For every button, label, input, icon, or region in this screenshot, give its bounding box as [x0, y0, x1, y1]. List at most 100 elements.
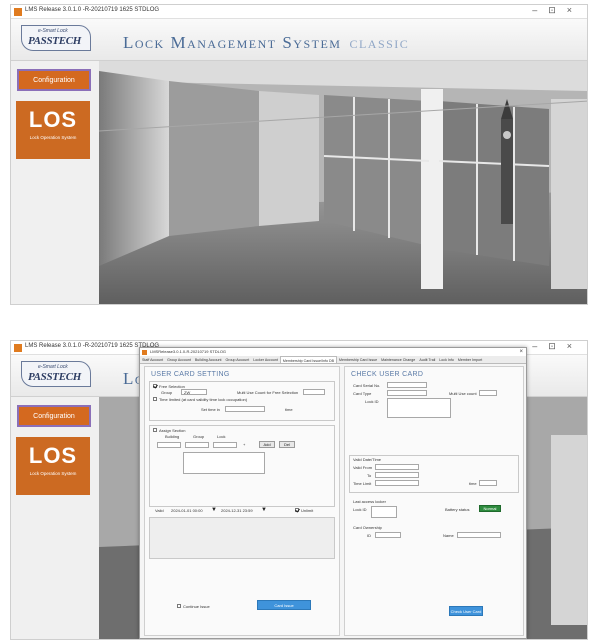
- card-type-field: [387, 390, 427, 396]
- card-type-label: Card Type: [353, 391, 372, 396]
- passtech-logo: e-Smart Lock PASSTECH: [21, 361, 91, 387]
- tab-audit-trail[interactable]: Audit Trail: [417, 356, 437, 363]
- check-user-card-heading: CHECK USER CARD: [351, 371, 424, 378]
- time-unit-label: time: [469, 481, 477, 486]
- tab-staff-account[interactable]: Staff Account: [140, 356, 165, 363]
- dialog-app-icon: [142, 350, 147, 355]
- multi-use-select[interactable]: [303, 389, 325, 395]
- plus-sign: +: [243, 442, 246, 447]
- office-corridor-photo: [99, 61, 587, 304]
- card-options-area: [149, 517, 335, 559]
- time-limit-field: [375, 480, 419, 486]
- name-label: Name: [443, 533, 454, 538]
- membership-card-dialog: LMSRelease3.0.1.0-R-20210719 STDLOG × St…: [139, 347, 527, 639]
- card-serial-label: Card Serial No.: [353, 383, 381, 388]
- los-button[interactable]: LOS Lock Operation System: [16, 101, 90, 159]
- dialog-titlebar: LMSRelease3.0.1.0-R-20210719 STDLOG ×: [140, 348, 526, 356]
- free-selection-checkbox[interactable]: [153, 384, 157, 388]
- id-label: ID: [367, 533, 371, 538]
- los-button[interactable]: LOS Lock Operation System: [16, 437, 90, 495]
- tab-building-account[interactable]: Building Account: [193, 356, 224, 363]
- del-button[interactable]: Del: [279, 441, 295, 448]
- lock-label: Lock: [217, 434, 226, 439]
- lock-select[interactable]: [213, 442, 237, 448]
- last-access-label: Last access locker: [353, 499, 386, 504]
- group2-select[interactable]: [185, 442, 209, 448]
- window-controls[interactable]: –⊡×: [532, 341, 583, 352]
- time-limit-label: Time Limit: [353, 481, 372, 486]
- owner-name-field: [457, 532, 501, 538]
- valid-from-value[interactable]: 2024-01-01 00:00: [171, 508, 203, 513]
- tab-card-issue-info[interactable]: Membership Card Issue/Info DB: [279, 356, 337, 363]
- app-icon: [14, 8, 22, 16]
- valid-to-dropdown-icon[interactable]: ▼: [261, 507, 267, 513]
- valid-from-dropdown-icon[interactable]: ▼: [211, 507, 217, 513]
- multi-count-field: [479, 390, 497, 396]
- set-time-input[interactable]: [225, 406, 265, 412]
- unlimited-checkbox[interactable]: [295, 508, 299, 512]
- tab-card-issue[interactable]: Membership Card Issue: [337, 356, 379, 363]
- close-icon[interactable]: ×: [519, 348, 523, 356]
- time-limited-label: Time limited (at card validity time lock…: [159, 397, 248, 402]
- valid-from-field: [375, 464, 419, 470]
- office-background-image: [99, 61, 587, 304]
- continue-issue-checkbox[interactable]: [177, 604, 181, 608]
- multi-use-label: Multi Use Count for Free Selection: [237, 390, 299, 395]
- sidebar: Configuration LOS Lock Operation System: [11, 61, 99, 304]
- time-limited-checkbox[interactable]: [153, 397, 157, 401]
- lock-id2-label: Lock ID: [353, 507, 367, 512]
- tab-locker-account[interactable]: Locker Account: [251, 356, 280, 363]
- assign-section-checkbox[interactable]: [153, 428, 157, 432]
- multi-count-label: Multi Use count: [449, 391, 477, 396]
- set-time-label: Set time in: [201, 407, 220, 412]
- edition-label: CLASSIC: [349, 37, 410, 51]
- valid-date-time-label: Valid Date/Time: [353, 457, 382, 462]
- add-button[interactable]: Add: [259, 441, 275, 448]
- sidebar: Configuration LOS Lock Operation System: [11, 397, 99, 639]
- check-user-card-button[interactable]: Check User Card: [449, 606, 483, 616]
- tab-lock-info[interactable]: Lock Info: [437, 356, 456, 363]
- logo-brand: PASSTECH: [28, 35, 82, 47]
- to-label: To: [367, 473, 372, 478]
- battery-status-label: Battery status: [445, 507, 470, 512]
- dialog-tabs: Staff Account Group Account Building Acc…: [140, 356, 526, 364]
- assign-section-label: Assign Section: [159, 428, 186, 433]
- los-subtitle: Lock Operation System: [29, 471, 77, 476]
- card-issue-button[interactable]: Card Issue: [257, 600, 311, 610]
- dialog-title: LMSRelease3.0.1.0-R-20210719 STDLOG: [150, 349, 227, 354]
- time-field: [479, 480, 497, 486]
- configuration-button[interactable]: Configuration: [17, 405, 91, 427]
- check-user-card-panel: CHECK USER CARD Card Serial No. Card Typ…: [344, 366, 524, 636]
- los-title: LOS: [28, 107, 78, 132]
- time-unit-label: time: [285, 407, 293, 412]
- logo-brand: PASSTECH: [28, 371, 82, 383]
- tab-group-account[interactable]: Group Account: [165, 356, 193, 363]
- tab-member-import[interactable]: Member Import: [456, 356, 484, 363]
- app-header: e-Smart Lock PASSTECH Lock Management Sy…: [11, 19, 587, 61]
- app-title-text: Lock Management System: [123, 33, 342, 52]
- los-title: LOS: [28, 443, 78, 468]
- continue-issue-label: Continue Issue: [183, 604, 210, 609]
- window-controls[interactable]: –⊡×: [532, 5, 583, 16]
- valid-from-label: Valid From: [353, 465, 373, 470]
- card-serial-field: [387, 382, 427, 388]
- window-titlebar: LMS Release 3.0.1.0 -R-20210719 1625 STD…: [11, 5, 587, 19]
- group-select-value: ZW: [184, 390, 191, 395]
- configuration-button[interactable]: Configuration: [17, 69, 91, 91]
- group-label: Group: [161, 390, 173, 395]
- unlimited-label: Unlimit: [301, 508, 314, 513]
- lock-id-list: [387, 398, 451, 418]
- valid-to-value[interactable]: 2024-12-31 23:59: [221, 508, 253, 513]
- tab-group-account-2[interactable]: Group Account: [223, 356, 251, 363]
- valid-to-field: [375, 472, 419, 478]
- window-title: LMS Release 3.0.1.0 -R-20210719 1625 STD…: [25, 7, 160, 13]
- owner-id-field: [375, 532, 401, 538]
- passtech-logo: e-Smart Lock PASSTECH: [21, 25, 91, 51]
- tab-maintenance[interactable]: Maintenance Change: [379, 356, 417, 363]
- app-window-card-issue: LMS Release 3.0.1.0 -R-20210719 1625 STD…: [10, 340, 588, 640]
- assigned-locks-list[interactable]: [183, 452, 265, 474]
- group2-label: Group: [193, 434, 205, 439]
- app-window-home: LMS Release 3.0.1.0 -R-20210719 1625 STD…: [10, 4, 588, 305]
- building-select[interactable]: [157, 442, 181, 448]
- logo-tagline: e-Smart Lock: [38, 364, 68, 370]
